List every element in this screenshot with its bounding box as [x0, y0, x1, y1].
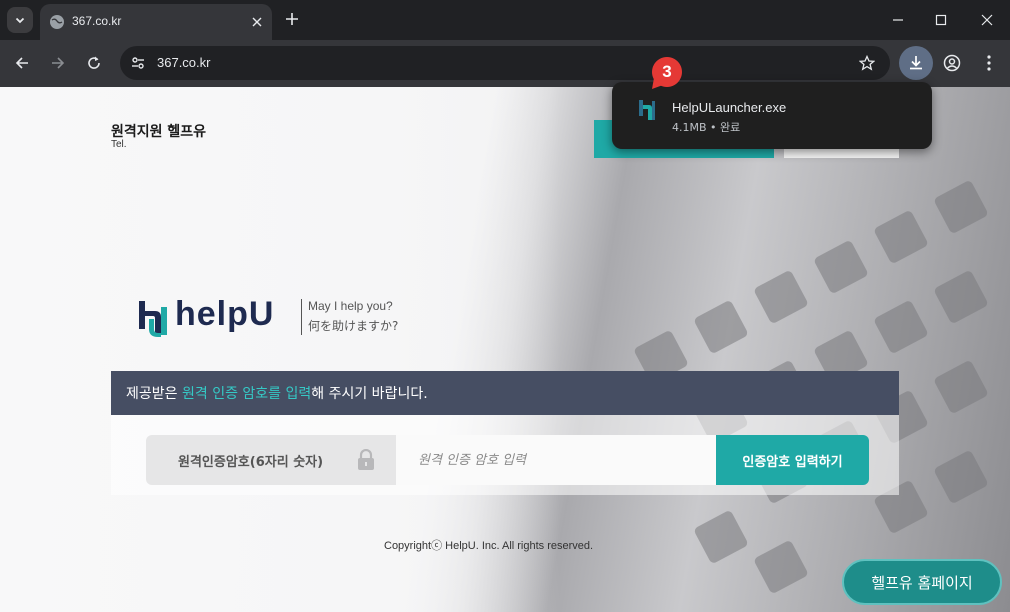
globe-icon [50, 15, 64, 29]
maximize-button[interactable] [929, 8, 953, 32]
web-page: 원격지원 헬프유 Tel. helpU May I help you? 何を助け… [0, 87, 1010, 612]
instruction-banner: 제공받은 원격 인증 암호를 입력해 주시기 바랍니다. [111, 371, 899, 415]
account-icon [943, 54, 961, 72]
reload-button[interactable] [83, 52, 105, 74]
maximize-icon [935, 14, 947, 26]
close-icon [981, 14, 993, 26]
download-filename[interactable]: HelpULauncher.exe [672, 100, 786, 115]
back-button[interactable] [11, 52, 33, 74]
logo-wordmark: helpU [175, 295, 275, 333]
auth-form: 원격인증암호(6자리 숫자) 인증암호 입력하기 [111, 415, 899, 495]
tab-strip: 367.co.kr [0, 0, 1010, 40]
banner-text-after: 해 주시기 바랍니다. [311, 386, 428, 402]
forward-button[interactable] [47, 52, 69, 74]
auth-code-label-box: 원격인증암호(6자리 숫자) [146, 435, 396, 485]
tune-icon [132, 57, 144, 69]
reload-icon [88, 56, 100, 69]
profile-button[interactable] [941, 52, 963, 74]
bookmark-button[interactable] [858, 54, 876, 72]
browser-menu-button[interactable] [978, 52, 1000, 74]
helpu-file-icon [639, 100, 655, 120]
logo-divider [301, 299, 302, 335]
browser-toolbar: 367.co.kr [0, 40, 1010, 87]
auth-submit-button[interactable]: 인증암호 입력하기 [716, 435, 869, 485]
arrow-right-icon [52, 57, 65, 69]
site-info-button[interactable] [128, 53, 148, 73]
tab-title: 367.co.kr [72, 14, 122, 28]
banner-text-highlight: 원격 인증 암호를 입력 [181, 386, 312, 402]
address-bar[interactable]: 367.co.kr [120, 46, 890, 80]
brand-title: 원격지원 헬프유 [111, 124, 207, 140]
helpu-logo-icon [139, 301, 167, 337]
downloads-button[interactable] [899, 46, 933, 80]
auth-code-input[interactable] [396, 435, 716, 485]
chevron-down-icon [15, 17, 25, 24]
download-icon [910, 56, 922, 70]
tab-close-button[interactable] [248, 13, 266, 31]
star-icon [859, 55, 875, 71]
window-close-button[interactable] [975, 8, 999, 32]
helpu-logo: helpU May I help you? 何を助けますか? [137, 293, 407, 345]
auth-code-label: 원격인증암호(6자리 숫자) [178, 455, 324, 470]
download-meta: 4.1MB • 완료 [672, 121, 741, 134]
close-icon [252, 17, 262, 27]
more-vert-icon [987, 55, 991, 71]
new-tab-button[interactable] [282, 9, 302, 29]
download-bubble[interactable]: HelpULauncher.exe 4.1MB • 완료 [612, 82, 932, 149]
minimize-button[interactable] [886, 8, 910, 32]
brand-tel: Tel. [111, 139, 127, 150]
url-text[interactable]: 367.co.kr [157, 55, 210, 70]
minimize-icon [893, 19, 903, 21]
lock-icon [358, 449, 374, 470]
logo-tagline-en: May I help you? [308, 299, 393, 313]
homepage-button[interactable]: 헬프유 홈페이지 [842, 559, 1002, 605]
copyright-text: Copyrightⓒ HelpU. Inc. All rights reserv… [384, 540, 594, 552]
plus-icon [286, 13, 298, 25]
background-fade [0, 87, 560, 612]
download-count: 3 [662, 62, 672, 81]
download-count-badge: 3 [650, 56, 684, 90]
banner-text-before: 제공받은 [126, 386, 182, 402]
tab-search-button[interactable] [7, 7, 33, 33]
arrow-left-icon [15, 57, 28, 69]
logo-tagline-ja: 何を助けますか? [308, 319, 399, 333]
active-tab[interactable]: 367.co.kr [40, 4, 272, 40]
